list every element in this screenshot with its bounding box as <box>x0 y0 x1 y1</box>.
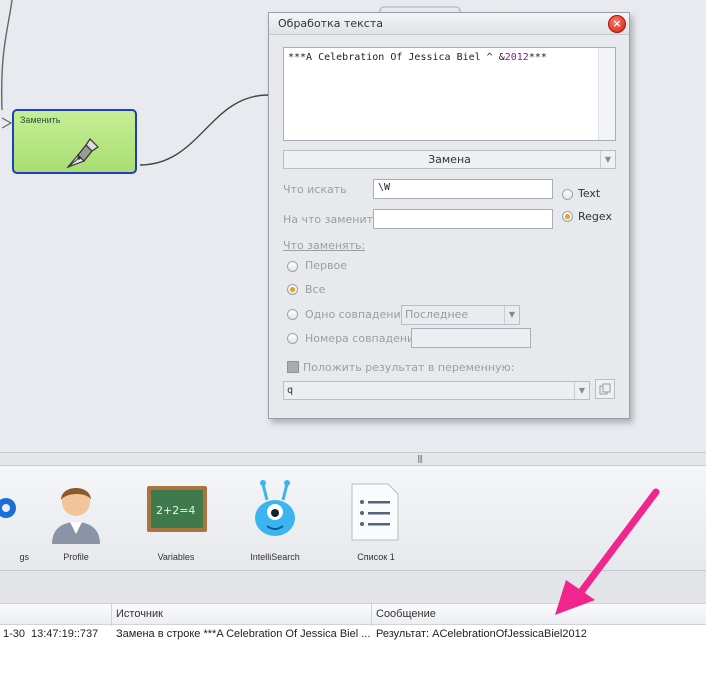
radio-single-match-label: Одно совпадение <box>305 308 408 321</box>
radio-first-label: Первое <box>305 259 348 272</box>
profile-icon <box>52 488 100 544</box>
radio-match-numbers-label: Номера совпадений <box>305 332 422 345</box>
toolbar-item-label: gs <box>19 552 29 562</box>
bottom-toolbar: gs Profile 2+2=4 Variables IntelliSearch… <box>0 466 706 571</box>
dialog-title: Обработка текста <box>269 13 629 35</box>
save-result-label: Положить результат в переменную: <box>303 361 515 374</box>
source-text-area[interactable]: ***A Celebration Of Jessica Biel ^ &2012… <box>283 47 616 141</box>
splitter-grip-icon: ||| <box>417 454 423 463</box>
toolbar-item-list[interactable]: Список 1 <box>336 472 416 562</box>
mode-select[interactable]: Замена ▼ <box>283 150 616 169</box>
svg-text:2+2=4: 2+2=4 <box>156 504 195 517</box>
log-time: 13:47:19::737 <box>31 628 99 640</box>
chevron-down-icon: ▼ <box>600 151 615 168</box>
radio-regex-label: Regex <box>578 210 612 223</box>
single-match-value: Последнее <box>405 308 469 321</box>
table-row[interactable]: 1-30 13:47:19::737 Замена в строке ***A … <box>0 625 706 645</box>
radio-text-label: Text <box>578 187 601 200</box>
toolbar-item-label: Список 1 <box>357 552 395 562</box>
replace-label: На что заменить <box>283 213 380 226</box>
source-text-prefix: ***A Celebration Of Jessica Biel ^ & <box>288 52 505 63</box>
column-divider[interactable] <box>111 604 112 626</box>
radio-all[interactable] <box>287 284 298 295</box>
log-source: Замена в строке ***A Celebration Of Jess… <box>116 628 370 640</box>
variable-select[interactable]: q ▼ <box>283 381 590 400</box>
copy-icon[interactable] <box>595 379 615 399</box>
chevron-down-icon: ▼ <box>504 306 519 324</box>
radio-text[interactable] <box>562 189 573 200</box>
chalkboard-icon: 2+2=4 <box>147 486 207 532</box>
source-text-suffix: *** <box>528 52 547 63</box>
log-message: Результат: ACelebrationOfJessicaBiel2012 <box>376 628 587 640</box>
radio-all-label: Все <box>305 283 326 296</box>
find-label: Что искать <box>283 183 347 196</box>
variable-select-value: q <box>287 385 294 396</box>
chevron-down-icon: ▼ <box>574 382 589 399</box>
radio-match-numbers[interactable] <box>287 333 298 344</box>
toolbar-item-profile[interactable]: Profile <box>36 472 116 562</box>
monster-icon <box>255 480 295 536</box>
text-scrollbar[interactable] <box>598 48 615 140</box>
log-panel-header-band <box>0 571 706 603</box>
list-icon <box>351 483 399 541</box>
radio-first[interactable] <box>287 261 298 272</box>
toolbar-item-settings[interactable]: gs <box>0 472 36 562</box>
log-date: 1-30 <box>3 628 26 640</box>
source-text-number: 2012 <box>504 52 529 63</box>
close-icon[interactable]: × <box>608 15 626 33</box>
single-match-select[interactable]: Последнее ▼ <box>401 305 520 325</box>
block-label: Заменить <box>20 115 61 125</box>
column-header-source[interactable]: Источник <box>116 608 163 620</box>
save-result-checkbox[interactable] <box>287 361 299 373</box>
radio-single-match[interactable] <box>287 309 298 320</box>
mode-select-value: Замена <box>428 153 471 166</box>
panel-splitter[interactable]: ||| <box>0 452 706 466</box>
toolbar-item-label: Variables <box>157 552 195 562</box>
match-numbers-input[interactable] <box>411 328 531 348</box>
toolbar-item-variables[interactable]: 2+2=4 Variables <box>136 472 216 562</box>
toolbar-item-label: Profile <box>63 552 89 562</box>
column-header-message[interactable]: Сообщение <box>376 608 436 620</box>
log-table: Источник Сообщение 1-30 13:47:19::737 За… <box>0 603 706 700</box>
what-replace-label: Что заменять: <box>283 239 366 252</box>
pen-nib-icon <box>66 138 99 169</box>
log-table-header: Источник Сообщение <box>0 603 706 626</box>
replace-action-block[interactable]: Заменить <box>12 109 137 174</box>
radio-regex[interactable] <box>562 211 573 222</box>
toolbar-item-intellisearch[interactable]: IntelliSearch <box>235 472 315 562</box>
toolbar-item-label: IntelliSearch <box>250 552 300 562</box>
column-divider[interactable] <box>371 604 372 626</box>
replace-input[interactable] <box>373 209 553 229</box>
text-processing-dialog: Обработка текста × ***A Celebration Of J… <box>268 12 630 419</box>
settings-icon <box>0 498 16 518</box>
find-input[interactable]: \W <box>373 179 553 199</box>
